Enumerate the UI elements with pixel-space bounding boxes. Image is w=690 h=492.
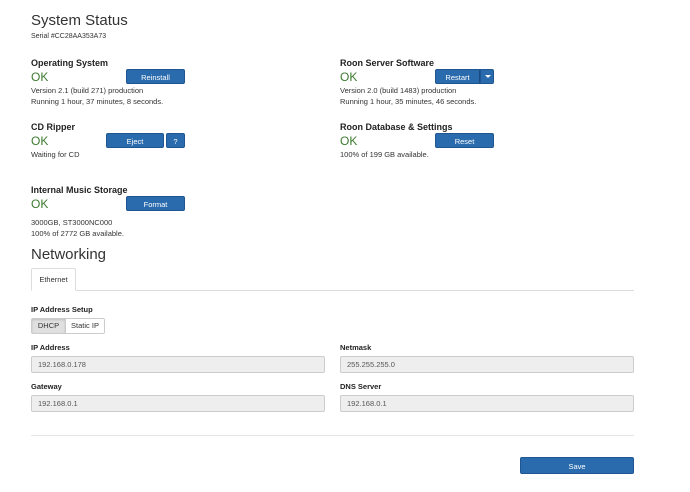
storage-model: 3000GB, ST3000NC000 <box>31 218 113 227</box>
gateway-label: Gateway <box>31 382 62 391</box>
cd-status: OK <box>31 134 49 148</box>
save-button[interactable]: Save <box>520 457 634 474</box>
page-title: System Status <box>31 12 128 29</box>
restart-button[interactable]: Restart <box>435 69 480 84</box>
cd-state: Waiting for CD <box>31 150 80 159</box>
database-title: Roon Database & Settings <box>340 122 453 132</box>
storage-status: OK <box>31 197 49 211</box>
netmask-label: Netmask <box>340 343 372 352</box>
os-title: Operating System <box>31 58 109 68</box>
footer-divider <box>31 435 634 436</box>
static-ip-toggle[interactable]: Static IP <box>66 318 105 334</box>
database-space: 100% of 199 GB available. <box>340 150 429 159</box>
ip-address-label: IP Address <box>31 343 70 352</box>
os-version: Version 2.1 (build 271) production <box>31 86 144 95</box>
format-button[interactable]: Format <box>126 196 185 211</box>
networking-title: Networking <box>31 246 107 263</box>
dns-field[interactable]: 192.168.0.1 <box>340 395 634 412</box>
storage-title: Internal Music Storage <box>31 185 128 195</box>
gateway-field[interactable]: 192.168.0.1 <box>31 395 325 412</box>
dns-label: DNS Server <box>340 382 382 391</box>
tab-ethernet[interactable]: Ethernet <box>31 268 76 291</box>
os-uptime: Running 1 hour, 37 minutes, 8 seconds. <box>31 97 164 106</box>
eject-button[interactable]: Eject <box>106 133 164 148</box>
server-title: Roon Server Software <box>340 58 435 68</box>
database-status: OK <box>340 134 358 148</box>
reinstall-button[interactable]: Reinstall <box>126 69 185 84</box>
reset-button[interactable]: Reset <box>435 133 494 148</box>
tabs-divider <box>31 290 634 291</box>
dhcp-toggle[interactable]: DHCP <box>31 318 66 334</box>
server-version: Version 2.0 (build 1483) production <box>340 86 457 95</box>
help-button[interactable]: ? <box>166 133 185 148</box>
netmask-field[interactable]: 255.255.255.0 <box>340 356 634 373</box>
restart-dropdown-icon[interactable] <box>480 69 494 84</box>
serial-number: Serial #CC28AA353A73 <box>31 33 107 40</box>
storage-space: 100% of 2772 GB available. <box>31 229 124 238</box>
ip-address-field[interactable]: 192.168.0.178 <box>31 356 325 373</box>
ip-setup-label: IP Address Setup <box>31 305 93 314</box>
server-status: OK <box>340 70 358 84</box>
os-status: OK <box>31 70 49 84</box>
server-uptime: Running 1 hour, 35 minutes, 46 seconds. <box>340 97 477 106</box>
cd-title: CD Ripper <box>31 122 76 132</box>
